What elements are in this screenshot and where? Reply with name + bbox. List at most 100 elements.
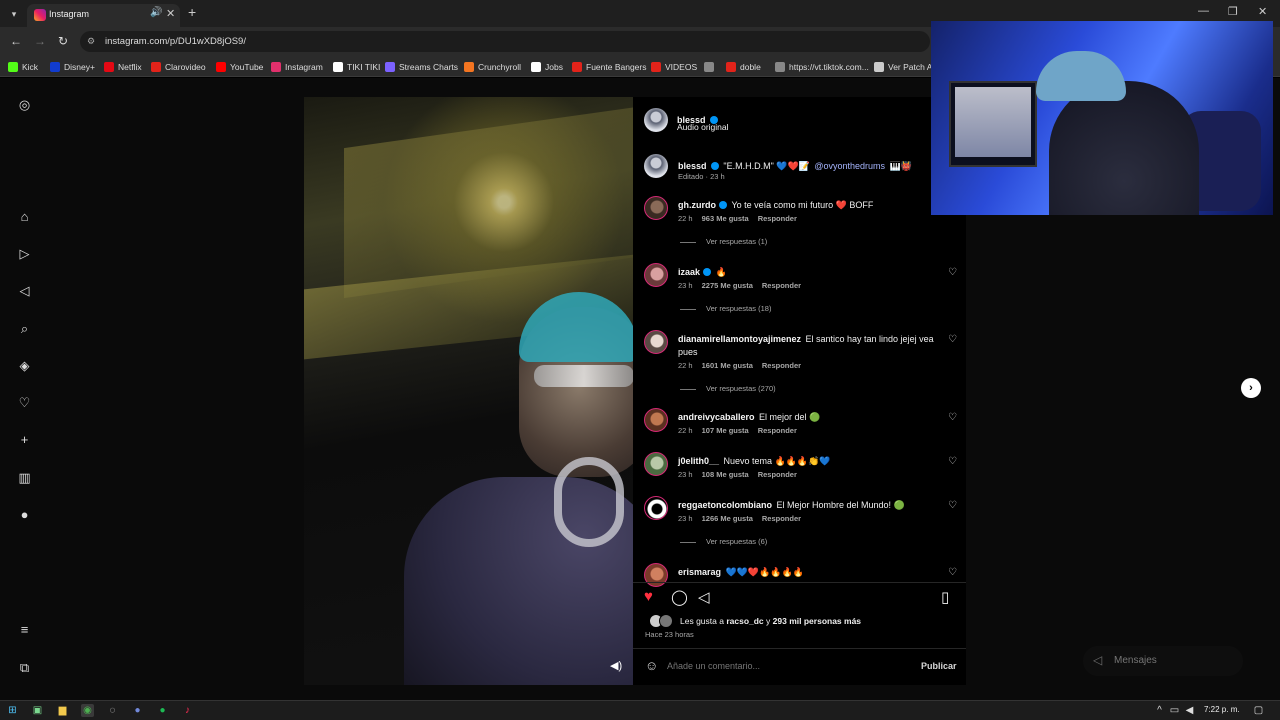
comment-time[interactable]: 22 h (678, 361, 693, 370)
publish-button[interactable]: Publicar (921, 661, 957, 671)
url-text[interactable]: instagram.com/p/DU1wXD8jOS9/ (105, 36, 246, 47)
maximize-icon[interactable]: ❐ (1228, 5, 1238, 18)
taskbar-app-icon[interactable]: ▣ (31, 704, 44, 717)
start-icon[interactable]: ⊞ (6, 704, 19, 717)
clock[interactable]: 7:22 p. m. (1204, 705, 1240, 714)
comment-username[interactable]: j0elith0__ (678, 456, 719, 466)
comment-like-icon[interactable]: ♡ (948, 412, 957, 423)
bookmark-item[interactable]: Jobs (531, 60, 563, 74)
dashboard-icon[interactable]: ▥ (17, 470, 32, 485)
bookmark-item[interactable]: Fuente Bangers (572, 60, 646, 74)
comment-reply-button[interactable]: Responder (758, 470, 797, 479)
bookmark-item[interactable]: TIKI TIKI (333, 60, 380, 74)
bookmark-item[interactable] (704, 60, 718, 74)
comment-avatar[interactable] (644, 452, 668, 476)
home-icon[interactable]: ⌂ (17, 209, 32, 224)
forward-icon[interactable]: → (34, 34, 46, 48)
notifications-heart-icon[interactable]: ♡ (17, 395, 32, 410)
close-tab-icon[interactable]: ✕ (166, 7, 175, 20)
comment-reply-button[interactable]: Responder (758, 426, 797, 435)
comment-username[interactable]: erismarag (678, 567, 721, 577)
comment-time[interactable]: 22 h (678, 426, 693, 435)
save-bookmark-icon[interactable]: ▯ (941, 588, 949, 606)
comment-icon[interactable]: ◯ (671, 588, 688, 606)
comment-username[interactable]: andreivycaballero (678, 412, 755, 422)
comment-time[interactable]: 23 h (678, 514, 693, 523)
bookmark-item[interactable]: Clarovideo (151, 60, 206, 74)
comment-input[interactable] (667, 658, 907, 674)
direct-icon[interactable]: ◁ (17, 283, 32, 298)
comment-avatar[interactable] (644, 563, 668, 587)
comment-username[interactable]: dianamirellamontoyajimenez (678, 334, 801, 344)
bookmark-item[interactable]: Crunchyroll (464, 60, 521, 74)
comment-avatar[interactable] (644, 196, 668, 220)
bookmark-item[interactable]: doble (726, 60, 761, 74)
view-replies-button[interactable]: Ver respuestas (6) (680, 537, 767, 546)
bookmark-item[interactable]: Ver Patch Ac (874, 60, 937, 74)
comment-reply-button[interactable]: Responder (758, 214, 797, 223)
bookmark-item[interactable]: Netflix (104, 60, 142, 74)
share-icon[interactable]: ◁ (698, 588, 710, 606)
likes-user[interactable]: racso_dc (726, 616, 763, 626)
posted-ago[interactable]: Hace 23 horas (645, 630, 694, 639)
comment-like-icon[interactable]: ♡ (948, 334, 957, 345)
tray-chevron-icon[interactable]: ^ (1153, 704, 1166, 717)
view-replies-button[interactable]: Ver respuestas (18) (680, 304, 771, 313)
also-from-meta-icon[interactable]: ⧉ (17, 660, 32, 675)
comment-reply-button[interactable]: Responder (762, 361, 801, 370)
url-field[interactable]: ⚙ instagram.com/p/DU1wXD8jOS9/ (80, 31, 930, 52)
comment-likes[interactable]: 963 Me gusta (702, 214, 749, 223)
comment-like-icon[interactable]: ♡ (948, 500, 957, 511)
notifications-icon[interactable]: ▢ (1252, 704, 1265, 717)
profile-avatar-icon[interactable]: ● (17, 507, 32, 522)
bookmark-item[interactable]: Streams Charts (385, 60, 458, 74)
reels-icon[interactable]: ▷ (17, 246, 32, 261)
more-menu-icon[interactable]: ≡ (17, 622, 32, 637)
comment-time[interactable]: 23 h (678, 470, 693, 479)
comment-like-icon[interactable]: ♡ (948, 567, 957, 578)
reload-icon[interactable]: ↻ (58, 34, 68, 48)
caption-username[interactable]: blessd (678, 161, 707, 171)
liker-avatars[interactable] (649, 614, 677, 628)
volume-icon[interactable]: ◀) (610, 659, 622, 672)
comment-likes[interactable]: 1266 Me gusta (702, 514, 753, 523)
messages-button[interactable]: ◁ Mensajes (1083, 646, 1243, 676)
search-icon[interactable]: ⌕ (17, 321, 32, 336)
comment-like-icon[interactable]: ♡ (948, 456, 957, 467)
caption-avatar[interactable] (644, 154, 668, 178)
back-icon[interactable]: ← (10, 34, 22, 48)
comment-like-icon[interactable]: ♡ (948, 267, 957, 278)
comment-likes[interactable]: 107 Me gusta (702, 426, 749, 435)
comment-time[interactable]: 23 h (678, 281, 693, 290)
reel-video[interactable]: ◀) (304, 97, 633, 685)
minimize-icon[interactable]: — (1198, 5, 1209, 17)
taskbar-app-icon[interactable]: ◌ (106, 704, 119, 717)
comment-avatar[interactable] (644, 408, 668, 432)
comment-avatar[interactable] (644, 496, 668, 520)
create-icon[interactable]: + (17, 432, 32, 447)
caption-mention[interactable]: @ovyonthedrums (814, 161, 885, 171)
audio-label[interactable]: Audio original (677, 122, 729, 132)
tab-search-icon[interactable]: ▾ (6, 6, 22, 22)
comment-likes[interactable]: 1601 Me gusta (702, 361, 753, 370)
site-info-icon[interactable]: ⚙ (87, 36, 95, 47)
comment-avatar[interactable] (644, 263, 668, 287)
author-avatar[interactable] (644, 108, 668, 132)
spotify-icon[interactable]: ● (156, 704, 169, 717)
bookmark-item[interactable]: VIDEOS (651, 60, 697, 74)
comment-likes[interactable]: 2275 Me gusta (702, 281, 753, 290)
comment-reply-button[interactable]: Responder (762, 514, 801, 523)
discord-icon[interactable]: ● (131, 704, 144, 717)
chrome-icon[interactable]: ◉ (81, 704, 94, 717)
comment-username[interactable]: gh.zurdo (678, 200, 716, 210)
view-replies-button[interactable]: Ver respuestas (270) (680, 384, 776, 393)
window-close-icon[interactable]: ✕ (1258, 5, 1267, 18)
next-post-button[interactable]: › (1241, 378, 1261, 398)
tiktok-icon[interactable]: ♪ (181, 704, 194, 717)
comment-time[interactable]: 22 h (678, 214, 693, 223)
new-tab-icon[interactable]: + (188, 4, 196, 20)
bookmark-item[interactable]: Kick (8, 60, 38, 74)
likes-count[interactable]: 293 mil personas más (773, 616, 861, 626)
view-replies-button[interactable]: Ver respuestas (1) (680, 237, 767, 246)
tab-instagram[interactable]: Instagram 🔊 ✕ (27, 4, 180, 27)
